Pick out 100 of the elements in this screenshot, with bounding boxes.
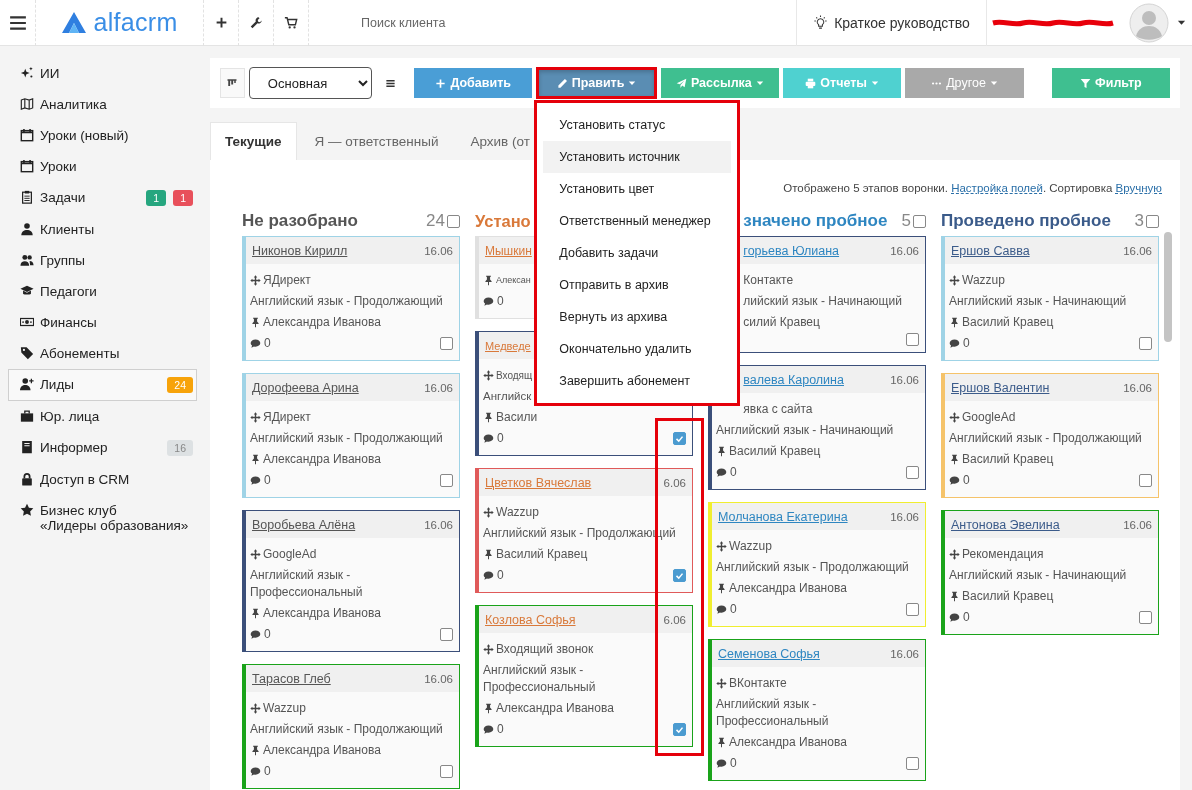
sidebar-item[interactable]: Аналитика bbox=[8, 89, 197, 120]
card-checkbox[interactable] bbox=[1139, 474, 1152, 487]
guide-link[interactable]: Краткое руководство bbox=[834, 14, 970, 31]
star-icon bbox=[20, 503, 34, 517]
comment-count: 0 bbox=[730, 601, 737, 618]
menu-item[interactable]: Окончательно удалить bbox=[543, 333, 732, 365]
sidebar-item[interactable]: Лиды 24 bbox=[8, 369, 197, 401]
wrench-icon[interactable] bbox=[249, 15, 263, 30]
menu-item[interactable]: Добавить задачи bbox=[543, 237, 732, 269]
pin-icon bbox=[949, 317, 960, 328]
count-badge: 16 bbox=[167, 440, 193, 456]
card-checkbox[interactable] bbox=[673, 569, 686, 582]
arrows-icon bbox=[483, 507, 494, 518]
lead-manager: Василий Кравец bbox=[962, 314, 1054, 331]
lead-manager: Александра Иванова bbox=[496, 700, 614, 717]
sidebar-item[interactable]: Группы bbox=[8, 245, 197, 276]
comment-count: 0 bbox=[264, 626, 271, 643]
list-icon bbox=[384, 77, 396, 89]
column-count: 3 bbox=[1134, 211, 1144, 231]
lead-name-link[interactable]: Антонова Эвелина bbox=[951, 517, 1060, 532]
card-checkbox[interactable] bbox=[440, 337, 453, 350]
lead-manager: Александра Иванова bbox=[729, 734, 847, 751]
kanban-toggle[interactable] bbox=[220, 68, 245, 98]
arrows-icon bbox=[949, 412, 960, 423]
sidebar-label: Информер bbox=[40, 440, 108, 455]
sort-link[interactable]: Вручную bbox=[1115, 182, 1162, 194]
scrollbar-thumb[interactable] bbox=[1164, 232, 1172, 342]
pin-icon bbox=[483, 412, 494, 423]
lead-manager: Александра Иванова bbox=[263, 314, 381, 331]
card-checkbox[interactable] bbox=[673, 723, 686, 736]
cart-icon[interactable] bbox=[284, 15, 298, 30]
sidebar-item[interactable]: Задачи 1 1 bbox=[8, 182, 197, 214]
pin-icon bbox=[250, 454, 261, 465]
sidebar-item[interactable]: Юр. лица bbox=[8, 401, 197, 432]
tab[interactable]: Текущие bbox=[210, 122, 297, 160]
sidebar-item[interactable]: Информер 16 bbox=[8, 432, 197, 464]
card-date: 16.06 bbox=[424, 518, 453, 531]
lead-name-link[interactable]: Никонов Кирилл bbox=[252, 243, 348, 258]
card-date: 16.06 bbox=[890, 510, 919, 523]
sidebar-item[interactable]: Доступ в CRM bbox=[8, 464, 197, 495]
sidebar-item[interactable]: Абонементы bbox=[8, 338, 197, 369]
menu-item[interactable]: Ответственный менеджер bbox=[543, 205, 732, 237]
card-checkbox[interactable] bbox=[1139, 611, 1152, 624]
lead-source: GoogleAd bbox=[962, 409, 1016, 426]
pin-icon bbox=[483, 549, 494, 560]
menu-item[interactable]: Вернуть из архива bbox=[543, 301, 732, 333]
menu-item[interactable]: Завершить абонемент bbox=[543, 365, 732, 397]
lead-name-link[interactable]: Ершов Савва bbox=[951, 243, 1030, 258]
lead-name-link[interactable]: горьева Юлиана bbox=[743, 243, 840, 258]
menu-item[interactable]: Отправить в архив bbox=[543, 269, 732, 301]
view-select[interactable]: Основная bbox=[248, 67, 373, 99]
toolbar-button[interactable]: Править bbox=[536, 67, 657, 99]
card-checkbox[interactable] bbox=[673, 432, 686, 445]
sidebar-item[interactable]: ИИ bbox=[8, 58, 197, 89]
card-checkbox[interactable] bbox=[440, 765, 453, 778]
lead-source: Wazzup bbox=[263, 700, 306, 717]
users-icon bbox=[20, 253, 34, 267]
avatar-icon[interactable] bbox=[1129, 2, 1169, 43]
card-checkbox[interactable] bbox=[906, 333, 919, 346]
lead-course: Английский язык - Профессиональный bbox=[483, 662, 597, 696]
comment-count: 0 bbox=[497, 721, 504, 738]
tab[interactable]: Я — ответственный bbox=[300, 122, 453, 160]
fields-link[interactable]: Настройка полей bbox=[951, 182, 1043, 194]
sidebar-item[interactable]: Клиенты bbox=[8, 214, 197, 245]
speech-bubble-icon bbox=[483, 296, 494, 307]
column-checkbox[interactable] bbox=[447, 214, 460, 228]
column-checkbox[interactable] bbox=[913, 214, 926, 228]
card-checkbox[interactable] bbox=[906, 466, 919, 479]
kanban-icon bbox=[226, 77, 239, 89]
arrows-icon bbox=[250, 275, 261, 286]
lead-name-link[interactable]: валева Каролина bbox=[743, 372, 844, 387]
sidebar-item[interactable]: Уроки (новый) bbox=[8, 120, 197, 151]
sidebar-item[interactable]: Бизнес клуб «Лидеры образования» bbox=[8, 495, 197, 541]
card-checkbox[interactable] bbox=[440, 474, 453, 487]
lead-manager: Александра Иванова bbox=[263, 742, 381, 759]
menu-item[interactable]: Установить статус bbox=[543, 109, 732, 141]
lead-name-link[interactable]: Воробьева Алёна bbox=[252, 517, 356, 532]
menu-item[interactable]: Установить цвет bbox=[543, 173, 732, 205]
sidebar-item[interactable]: Педагоги bbox=[8, 276, 197, 307]
sidebar-item[interactable]: Финансы bbox=[8, 307, 197, 338]
menu-icon[interactable] bbox=[8, 13, 27, 32]
caret-icon[interactable] bbox=[1177, 18, 1186, 27]
lead-course: Английск bbox=[483, 389, 532, 404]
lead-name-link[interactable]: Семенова Софья bbox=[718, 646, 820, 661]
column-checkbox[interactable] bbox=[1146, 214, 1159, 228]
column-title: Устано bbox=[475, 211, 531, 231]
lead-name-link[interactable]: Молчанова Екатерина bbox=[718, 509, 848, 524]
lead-course: Английский язык - Продолжающий bbox=[250, 430, 443, 447]
card-checkbox[interactable] bbox=[906, 757, 919, 770]
lead-name-link[interactable]: Дорофеева Арина bbox=[252, 380, 359, 395]
lead-name-link[interactable]: Тарасов Глеб bbox=[252, 671, 331, 686]
card-checkbox[interactable] bbox=[440, 628, 453, 641]
card-checkbox[interactable] bbox=[1139, 337, 1152, 350]
sidebar-item[interactable]: Уроки bbox=[8, 151, 197, 182]
lead-name-link[interactable]: Ершов Валентин bbox=[951, 380, 1050, 395]
menu-item[interactable]: Установить источник bbox=[543, 141, 732, 173]
plus-icon[interactable] bbox=[214, 16, 228, 29]
pin-icon bbox=[483, 275, 494, 286]
speech-bubble-icon bbox=[949, 475, 960, 486]
card-checkbox[interactable] bbox=[906, 603, 919, 616]
